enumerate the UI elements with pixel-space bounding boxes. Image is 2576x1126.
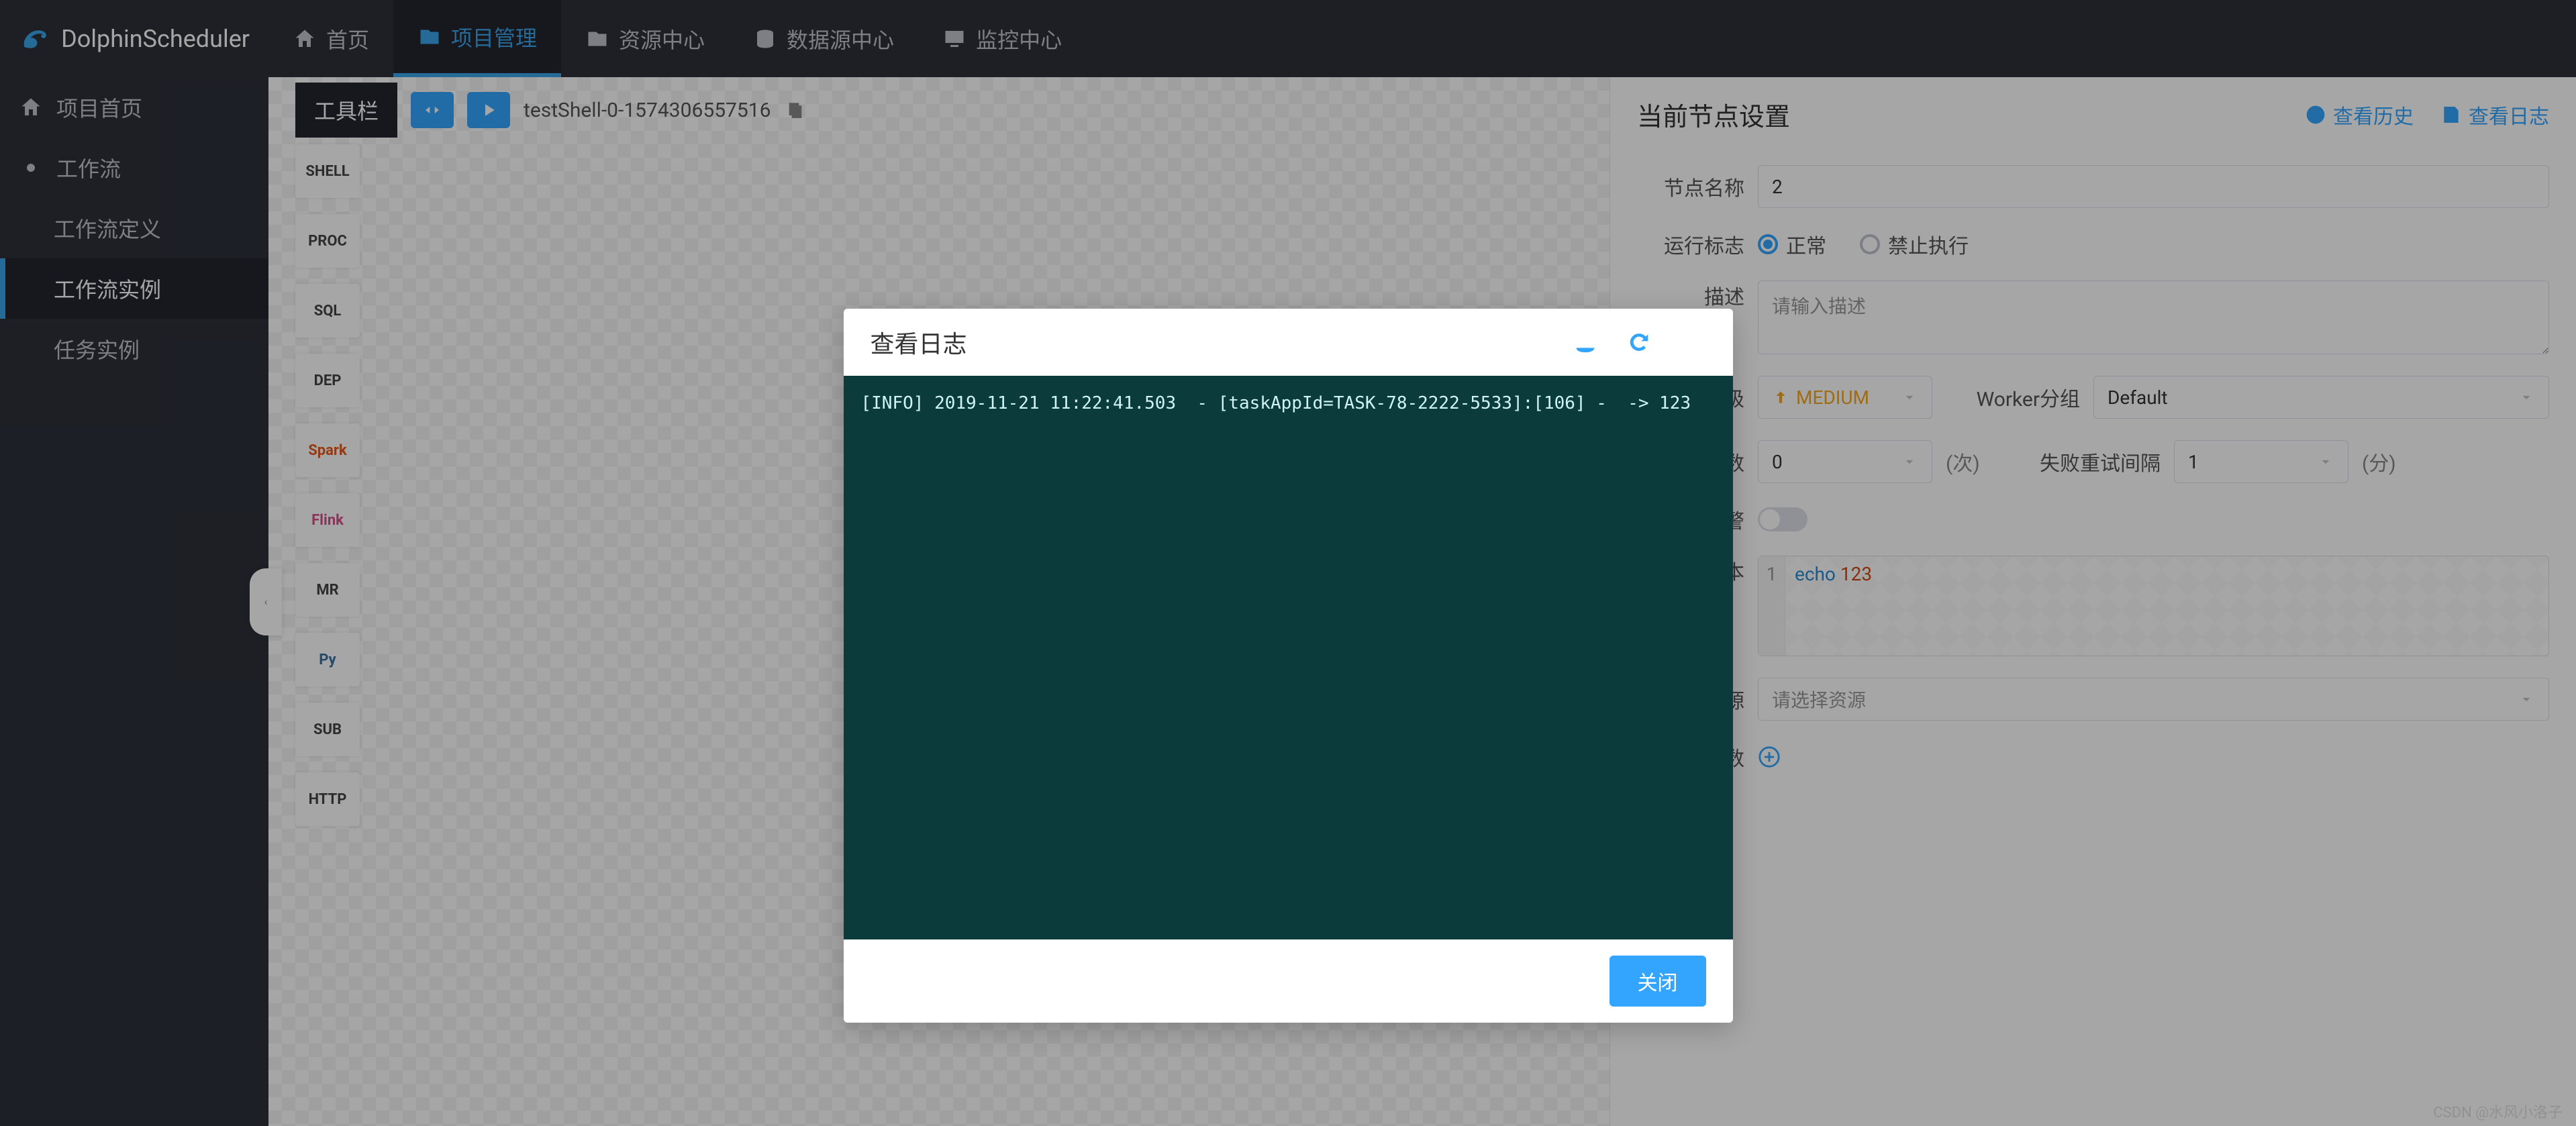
modal-title: 查看日志	[871, 325, 967, 360]
refresh-icon[interactable]	[1626, 329, 1652, 356]
modal-overlay[interactable]: 查看日志 [INFO] 2019-11-21 11:22:41.503 - [t…	[0, 0, 2576, 1126]
download-icon[interactable]	[1572, 329, 1599, 356]
log-output[interactable]: [INFO] 2019-11-21 11:22:41.503 - [taskAp…	[844, 376, 1733, 939]
log-modal: 查看日志 [INFO] 2019-11-21 11:22:41.503 - [t…	[844, 309, 1733, 1023]
close-button[interactable]: 关闭	[1609, 956, 1706, 1007]
fullscreen-icon[interactable]	[1679, 329, 1706, 356]
watermark: CSDN @水风小洛子	[2433, 1101, 2563, 1122]
